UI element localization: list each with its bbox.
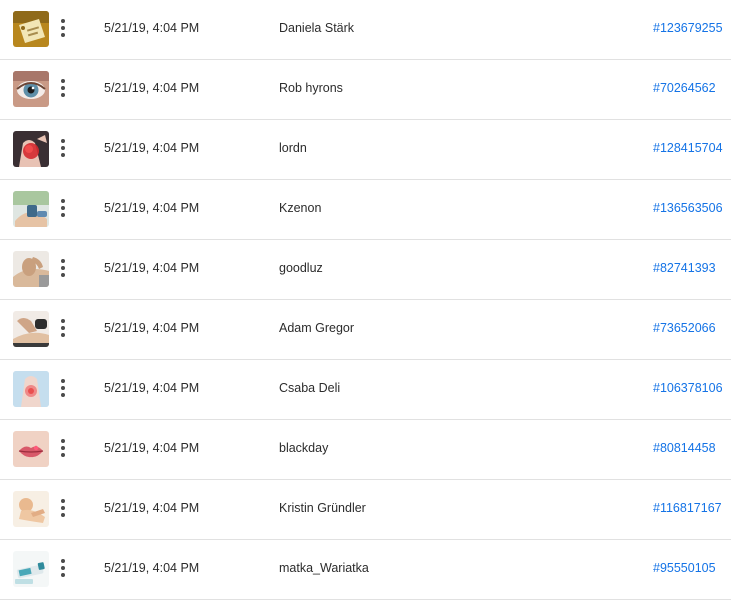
row-contributor: Kristin Gründler — [279, 501, 366, 515]
row-contributor: lordn — [279, 141, 307, 155]
asset-id-link[interactable]: #82741393 — [653, 261, 716, 275]
more-options-icon[interactable] — [56, 497, 70, 519]
row-date: 5/21/19, 4:04 PM — [104, 441, 200, 455]
row-date: 5/21/19, 4:04 PM — [104, 141, 200, 155]
row-date: 5/21/19, 4:04 PM — [104, 21, 200, 35]
row-contributor: Csaba Deli — [279, 381, 341, 395]
asset-id-link[interactable]: #116817167 — [653, 501, 722, 515]
asset-id-link[interactable]: #136563506 — [653, 201, 723, 215]
red-injury-thumbnail[interactable] — [13, 131, 49, 167]
more-options-icon[interactable] — [56, 317, 70, 339]
asset-id-link[interactable]: #95550105 — [653, 561, 716, 575]
list-item: 5/21/19, 4:04 PM Daniela Stärk #12367925… — [0, 0, 731, 60]
row-contributor: Rob hyrons — [279, 81, 343, 95]
asset-id-link[interactable]: #106378106 — [653, 381, 723, 395]
list-item: 5/21/19, 4:04 PM blackday #80814458 — [0, 420, 731, 480]
physiotherapy-thumbnail[interactable] — [13, 191, 49, 227]
more-options-icon[interactable] — [56, 137, 70, 159]
asset-id-link[interactable]: #123679255 — [653, 21, 723, 35]
row-contributor: Kzenon — [279, 201, 322, 215]
row-date: 5/21/19, 4:04 PM — [104, 381, 200, 395]
more-options-icon[interactable] — [56, 197, 70, 219]
list-item: 5/21/19, 4:04 PM Csaba Deli #106378106 — [0, 360, 731, 420]
more-options-icon[interactable] — [56, 437, 70, 459]
row-date: 5/21/19, 4:04 PM — [104, 321, 200, 335]
tag-label-thumbnail[interactable] — [13, 11, 49, 47]
list-item: 5/21/19, 4:04 PM matka_Wariatka #9555010… — [0, 540, 731, 600]
asset-id-link[interactable]: #73652066 — [653, 321, 716, 335]
asset-id-link[interactable]: #128415704 — [653, 141, 723, 155]
row-date: 5/21/19, 4:04 PM — [104, 81, 200, 95]
medicine-tube-thumbnail[interactable] — [13, 551, 49, 587]
list-item: 5/21/19, 4:04 PM goodluz #82741393 — [0, 240, 731, 300]
asset-list: 5/21/19, 4:04 PM Daniela Stärk #12367925… — [0, 0, 731, 600]
more-options-icon[interactable] — [56, 257, 70, 279]
row-contributor: Daniela Stärk — [279, 21, 355, 35]
row-contributor: Adam Gregor — [279, 321, 355, 335]
row-contributor: blackday — [279, 441, 329, 455]
row-date: 5/21/19, 4:04 PM — [104, 501, 200, 515]
asset-id-link[interactable]: #70264562 — [653, 81, 716, 95]
list-item: 5/21/19, 4:04 PM Kzenon #136563506 — [0, 180, 731, 240]
list-item: 5/21/19, 4:04 PM lordn #128415704 — [0, 120, 731, 180]
list-item: 5/21/19, 4:04 PM Adam Gregor #73652066 — [0, 300, 731, 360]
row-contributor: matka_Wariatka — [279, 561, 369, 575]
list-item: 5/21/19, 4:04 PM Rob hyrons #70264562 — [0, 60, 731, 120]
more-options-icon[interactable] — [56, 77, 70, 99]
joint-pain-thumbnail[interactable] — [13, 371, 49, 407]
more-options-icon[interactable] — [56, 17, 70, 39]
row-date: 5/21/19, 4:04 PM — [104, 561, 200, 575]
list-item: 5/21/19, 4:04 PM Kristin Gründler #11681… — [0, 480, 731, 540]
back-massage-thumbnail[interactable] — [13, 311, 49, 347]
eye-closeup-thumbnail[interactable] — [13, 71, 49, 107]
knee-massage-thumbnail[interactable] — [13, 251, 49, 287]
row-date: 5/21/19, 4:04 PM — [104, 201, 200, 215]
asset-id-link[interactable]: #80814458 — [653, 441, 716, 455]
row-date: 5/21/19, 4:04 PM — [104, 261, 200, 275]
lips-closeup-thumbnail[interactable] — [13, 431, 49, 467]
row-contributor: goodluz — [279, 261, 323, 275]
baby-thumbnail[interactable] — [13, 491, 49, 527]
more-options-icon[interactable] — [56, 377, 70, 399]
more-options-icon[interactable] — [56, 557, 70, 579]
